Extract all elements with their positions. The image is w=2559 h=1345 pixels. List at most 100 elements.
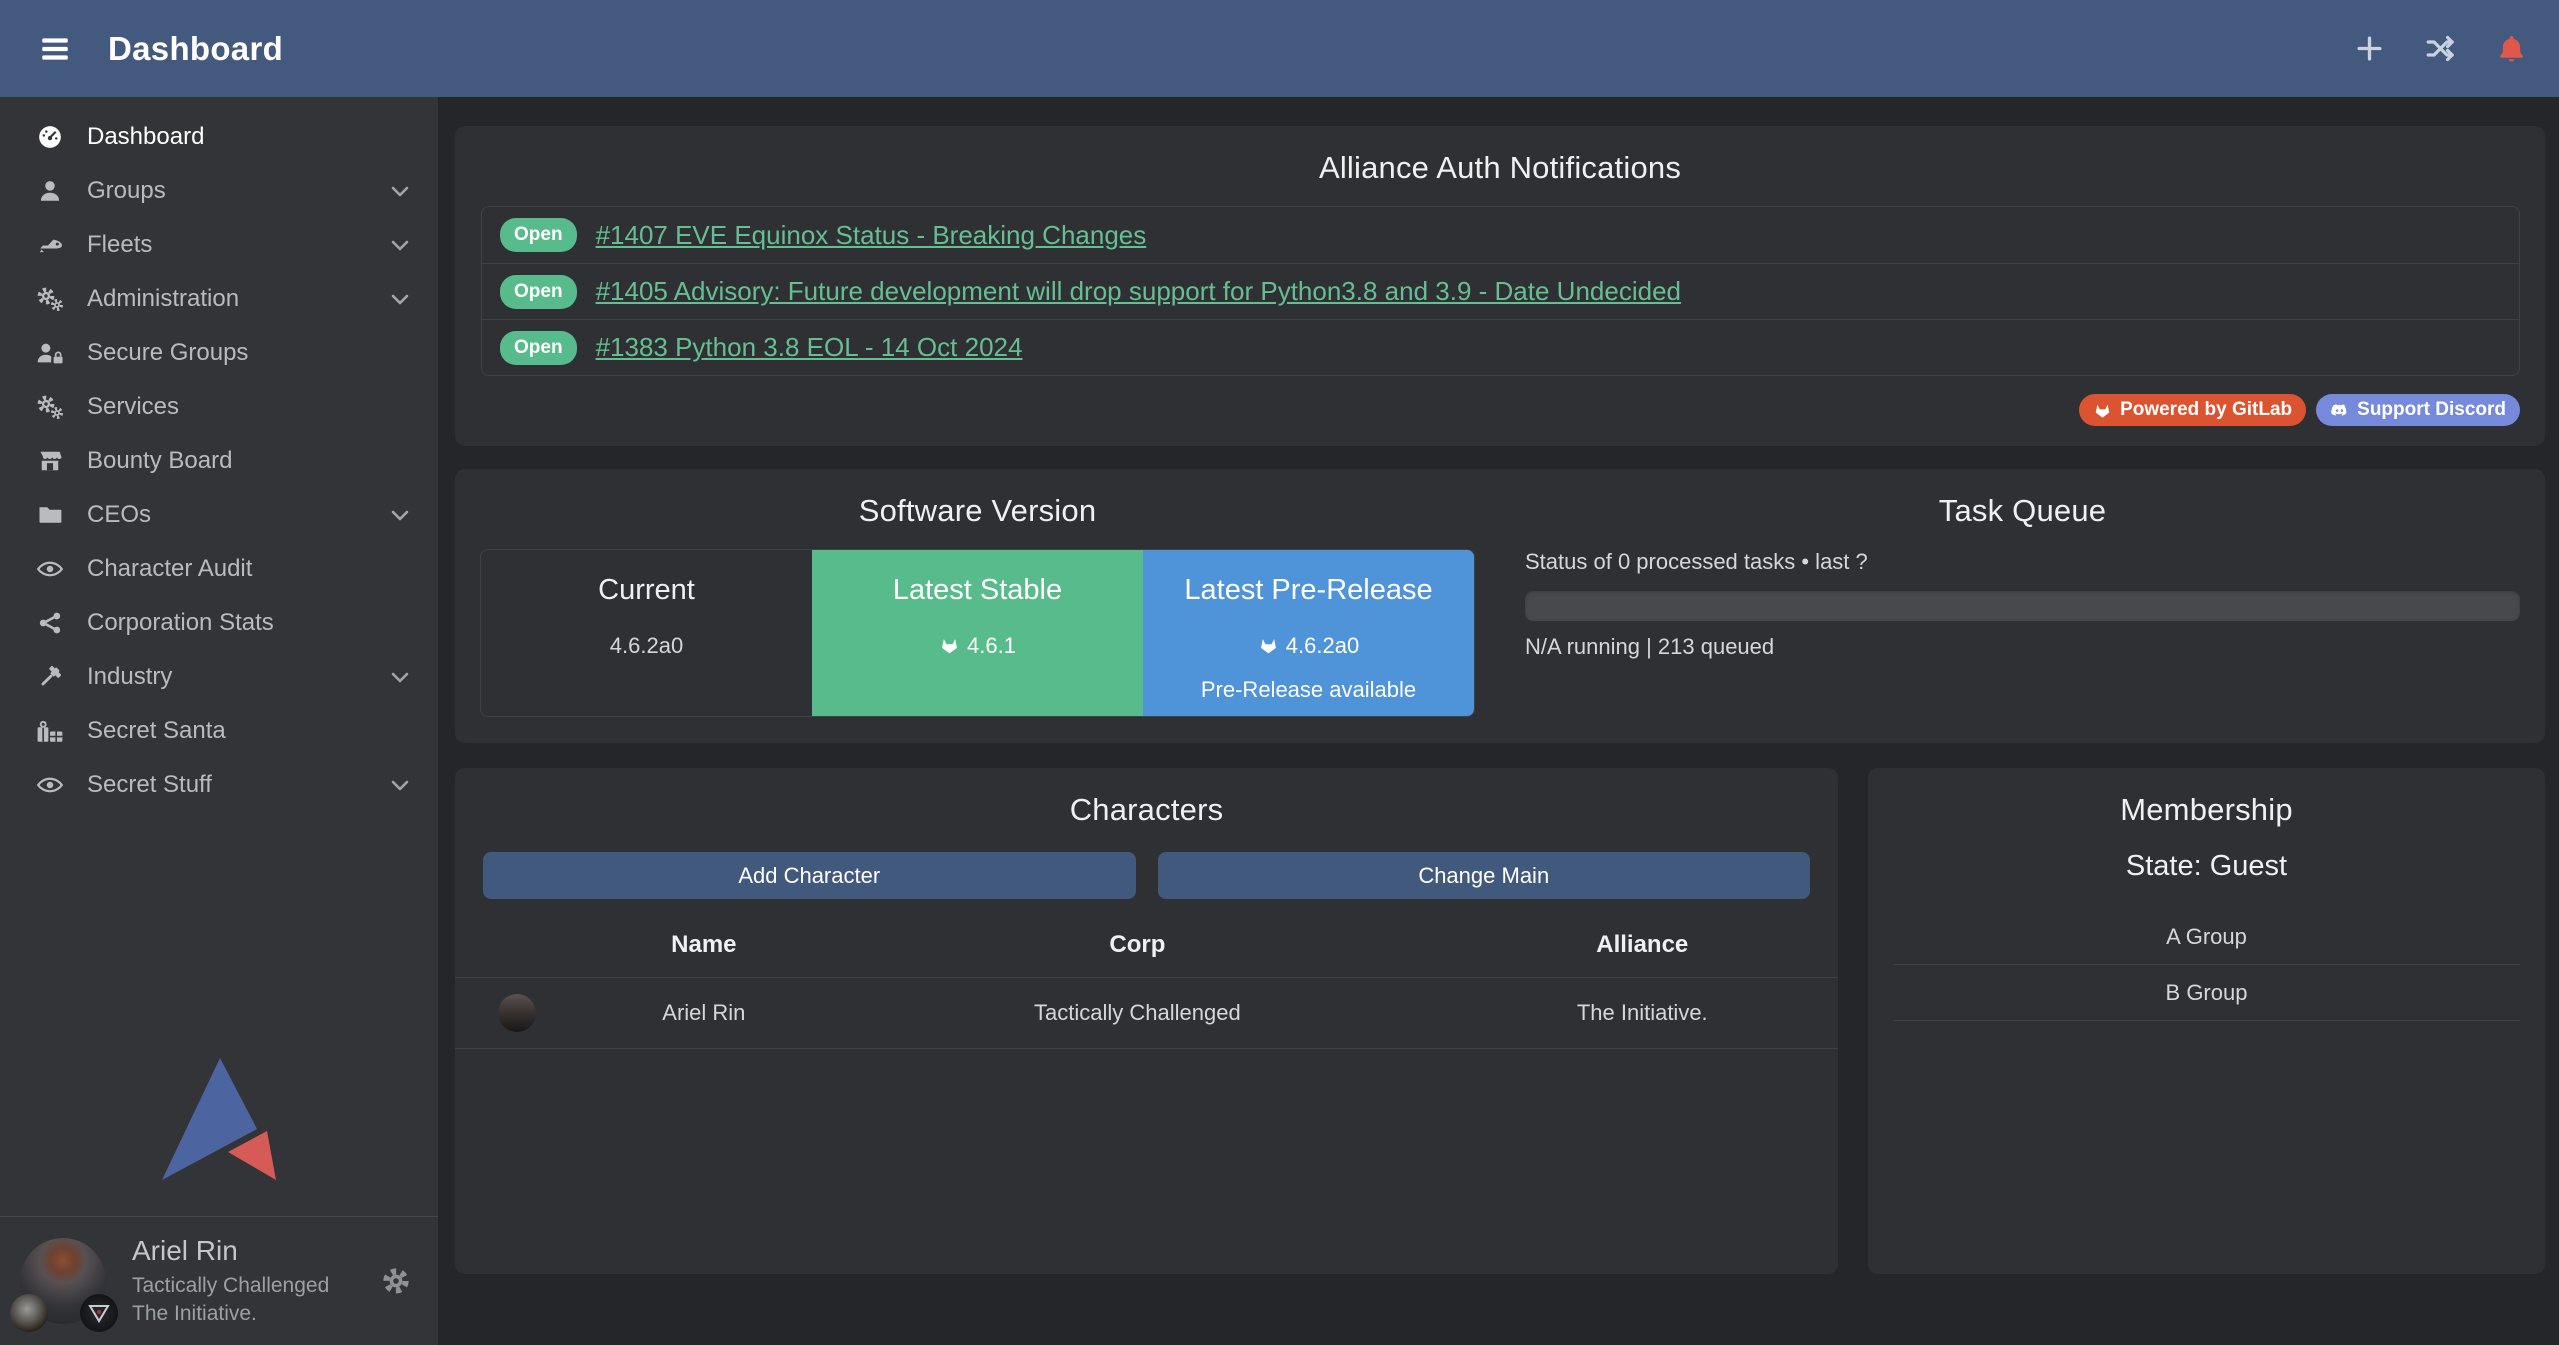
support-discord-badge[interactable]: Support Discord <box>2316 394 2520 426</box>
chevron-down-icon <box>388 287 412 311</box>
share-icon <box>34 609 66 637</box>
alliance-column-header: Alliance <box>1447 919 1838 978</box>
gifts-icon <box>34 717 66 745</box>
corp-column-header: Corp <box>828 919 1446 978</box>
software-taskqueue-panel: Software Version Current 4.6.2a0 Latest … <box>455 469 2545 743</box>
alliance-auth-logo <box>162 1058 276 1180</box>
discord-icon <box>2330 401 2349 420</box>
task-queue-counts: N/A running | 213 queued <box>1525 634 2520 660</box>
membership-state: State: Guest <box>1868 850 2545 883</box>
characters-title: Characters <box>455 768 1838 828</box>
table-row: Ariel Rin Tactically Challenged The Init… <box>455 978 1838 1049</box>
sidebar-item-services[interactable]: Services <box>0 380 438 434</box>
chevron-down-icon <box>388 773 412 797</box>
notifications-panel: Alliance Auth Notifications Open #1407 E… <box>455 126 2545 446</box>
hammer-icon <box>34 663 66 691</box>
sidebar-item-secret-santa[interactable]: Secret Santa <box>0 704 438 758</box>
chevron-down-icon <box>388 179 412 203</box>
notifications-title: Alliance Auth Notifications <box>455 126 2545 186</box>
notifications-list: Open #1407 EVE Equinox Status - Breaking… <box>481 206 2520 376</box>
sidebar-item-industry[interactable]: Industry <box>0 650 438 704</box>
top-navbar: Dashboard <box>0 0 2559 97</box>
chevron-down-icon <box>388 503 412 527</box>
sidebar-item-corporation-stats[interactable]: Corporation Stats <box>0 596 438 650</box>
task-queue-title: Task Queue <box>1525 469 2520 529</box>
settings-gear-icon[interactable] <box>380 1265 412 1297</box>
sidebar-item-secure-groups[interactable]: Secure Groups <box>0 326 438 380</box>
version-cell-prerelease: Latest Pre-Release 4.6.2a0 Pre-Release a… <box>1143 550 1474 716</box>
status-badge: Open <box>500 275 577 309</box>
store-icon <box>34 447 66 475</box>
page-title: Dashboard <box>108 30 283 68</box>
add-character-button[interactable]: Add Character <box>483 852 1136 899</box>
list-item: A Group <box>1893 909 2520 965</box>
characters-panel: Characters Add Character Change Main Nam… <box>455 768 1838 1274</box>
prerelease-note: Pre-Release available <box>1143 677 1474 703</box>
external-badges: Powered by GitLab Support Discord <box>455 394 2520 426</box>
eye-icon <box>34 555 66 583</box>
current-version: 4.6.2a0 <box>481 633 812 659</box>
hamburger-menu-icon[interactable] <box>38 32 72 66</box>
chevron-down-icon <box>388 665 412 689</box>
notification-link[interactable]: #1407 EVE Equinox Status - Breaking Chan… <box>596 220 1147 251</box>
sidebar-item-character-audit[interactable]: Character Audit <box>0 542 438 596</box>
stable-version: 4.6.1 <box>812 633 1143 659</box>
prerelease-version: 4.6.2a0 <box>1143 633 1474 659</box>
shuffle-icon[interactable] <box>2425 33 2456 64</box>
notification-item: Open #1383 Python 3.8 EOL - 14 Oct 2024 <box>482 319 2519 375</box>
sidebar-item-bounty-board[interactable]: Bounty Board <box>0 434 438 488</box>
version-cell-stable: Latest Stable 4.6.1 <box>812 550 1143 716</box>
user-icon <box>34 177 66 205</box>
sidebar-item-administration[interactable]: Administration <box>0 272 438 326</box>
shuttle-icon <box>34 231 66 259</box>
user-lock-icon <box>34 339 66 367</box>
notification-link[interactable]: #1405 Advisory: Future development will … <box>596 276 1681 307</box>
add-icon[interactable] <box>2354 33 2385 64</box>
gears-icon <box>34 285 66 313</box>
sidebar-item-dashboard[interactable]: Dashboard <box>0 110 438 164</box>
membership-panel: Membership State: Guest A Group B Group <box>1868 768 2545 1274</box>
corp-logo-badge <box>10 1294 48 1332</box>
task-queue-progressbar <box>1525 591 2520 621</box>
eye-icon <box>34 771 66 799</box>
user-name: Ariel Rin <box>132 1235 380 1267</box>
characters-table: Name Corp Alliance Ariel Rin Tactically … <box>455 919 1838 1049</box>
name-column-header: Name <box>579 919 828 978</box>
sidebar: Dashboard Groups Fleets Administration <box>0 97 438 1345</box>
status-badge: Open <box>500 331 577 365</box>
user-alliance: The Initiative. <box>132 1300 380 1328</box>
sidebar-item-ceos[interactable]: CEOs <box>0 488 438 542</box>
gitlab-tanuki-icon <box>939 635 960 656</box>
membership-title: Membership <box>1868 768 2545 828</box>
sidebar-item-fleets[interactable]: Fleets <box>0 218 438 272</box>
user-corp: Tactically Challenged <box>132 1272 380 1300</box>
gauge-icon <box>34 123 66 151</box>
user-avatar[interactable] <box>20 1238 106 1324</box>
gitlab-tanuki-icon <box>1258 635 1279 656</box>
list-item: B Group <box>1893 965 2520 1021</box>
notification-bell-icon[interactable] <box>2496 33 2527 64</box>
version-table: Current 4.6.2a0 Latest Stable 4.6.1 Late… <box>480 549 1475 717</box>
membership-groups: A Group B Group <box>1893 909 2520 1021</box>
user-panel: Ariel Rin Tactically Challenged The Init… <box>0 1216 438 1345</box>
character-actions: Add Character Change Main <box>483 852 1810 899</box>
status-badge: Open <box>500 218 577 252</box>
chevron-down-icon <box>388 233 412 257</box>
character-alliance: The Initiative. <box>1447 978 1838 1049</box>
software-version-section: Software Version Current 4.6.2a0 Latest … <box>455 469 1500 743</box>
version-cell-current: Current 4.6.2a0 <box>481 550 812 716</box>
navbar-actions <box>2354 33 2527 64</box>
characters-table-header: Name Corp Alliance <box>455 919 1838 978</box>
powered-by-gitlab-badge[interactable]: Powered by GitLab <box>2079 394 2306 426</box>
task-queue-section: Task Queue Status of 0 processed tasks •… <box>1500 469 2545 743</box>
character-corp: Tactically Challenged <box>828 978 1446 1049</box>
notification-link[interactable]: #1383 Python 3.8 EOL - 14 Oct 2024 <box>596 332 1023 363</box>
task-queue-status: Status of 0 processed tasks • last ? <box>1525 549 2520 575</box>
sidebar-item-secret-stuff[interactable]: Secret Stuff <box>0 758 438 812</box>
change-main-button[interactable]: Change Main <box>1158 852 1811 899</box>
notification-item: Open #1405 Advisory: Future development … <box>482 263 2519 319</box>
bottom-row: Characters Add Character Change Main Nam… <box>455 768 2545 1274</box>
character-name: Ariel Rin <box>579 978 828 1049</box>
notification-item: Open #1407 EVE Equinox Status - Breaking… <box>482 207 2519 263</box>
sidebar-item-groups[interactable]: Groups <box>0 164 438 218</box>
